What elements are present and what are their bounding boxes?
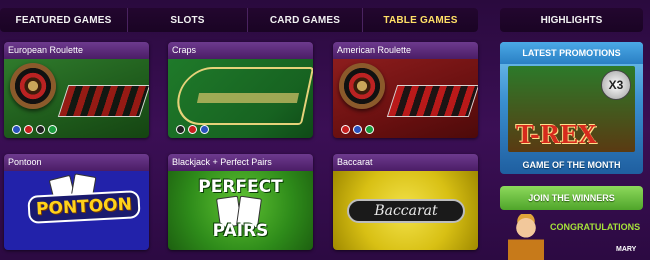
join-the-winners-button[interactable]: JOIN THE WINNERS [500, 186, 643, 210]
promo-subtitle: GAME OF THE MONTH [522, 160, 621, 170]
game-card-pontoon[interactable]: Pontoon PONTOON [4, 154, 149, 250]
pontoon-logo: PONTOON [27, 190, 141, 224]
game-thumbnail: Baccarat [333, 171, 478, 250]
game-thumbnail: PONTOON [4, 171, 149, 250]
game-card-baccarat[interactable]: Baccarat Baccarat [333, 154, 478, 250]
game-title: Blackjack + Perfect Pairs [168, 154, 313, 171]
game-thumbnail [4, 59, 149, 138]
game-title: European Roulette [4, 42, 149, 59]
trex-logo: T-REX [516, 120, 597, 149]
nav-tab-slots[interactable]: SLOTS [128, 8, 248, 32]
roulette-layout-image [386, 85, 478, 117]
winner-avatar [508, 214, 544, 260]
multiplier-badge: X3 [601, 70, 631, 100]
chips-image [341, 125, 374, 134]
game-card-blackjack-perfect-pairs[interactable]: Blackjack + Perfect Pairs PERFECT PAIRS [168, 154, 313, 250]
roulette-wheel-image [339, 63, 385, 109]
latest-promotions-panel[interactable]: LATEST PROMOTIONS X3 T-REX GAME OF THE M… [500, 42, 643, 174]
game-thumbnail [333, 59, 478, 138]
top-navigation: FEATURED GAMES SLOTS CARD GAMES TABLE GA… [0, 8, 478, 32]
game-title: Baccarat [333, 154, 478, 171]
nav-tab-card-games[interactable]: CARD GAMES [248, 8, 363, 32]
game-card-craps[interactable]: Craps [168, 42, 313, 138]
perfect-pairs-logo-line2: PAIRS [212, 221, 269, 241]
game-title: Pontoon [4, 154, 149, 171]
roulette-wheel-image [10, 63, 56, 109]
game-title: American Roulette [333, 42, 478, 59]
game-card-european-roulette[interactable]: European Roulette [4, 42, 149, 138]
roulette-layout-image [57, 85, 149, 117]
chips-image [12, 125, 57, 134]
nav-tab-table-games[interactable]: TABLE GAMES [363, 8, 478, 32]
game-card-american-roulette[interactable]: American Roulette [333, 42, 478, 138]
winner-name: MARY [616, 246, 637, 253]
highlights-tab[interactable]: HIGHLIGHTS [500, 8, 643, 32]
trex-promo-image: X3 T-REX [508, 66, 635, 152]
perfect-pairs-logo-line1: PERFECT [198, 177, 283, 197]
promo-title: LATEST PROMOTIONS [500, 42, 643, 64]
game-title: Craps [168, 42, 313, 59]
congratulations-text: CONGRATULATIONS [550, 222, 641, 232]
game-thumbnail: PERFECT PAIRS [168, 171, 313, 250]
baccarat-logo: Baccarat [347, 199, 465, 223]
chips-image [176, 125, 209, 134]
nav-tab-featured-games[interactable]: FEATURED GAMES [0, 8, 128, 32]
game-thumbnail [168, 59, 313, 138]
